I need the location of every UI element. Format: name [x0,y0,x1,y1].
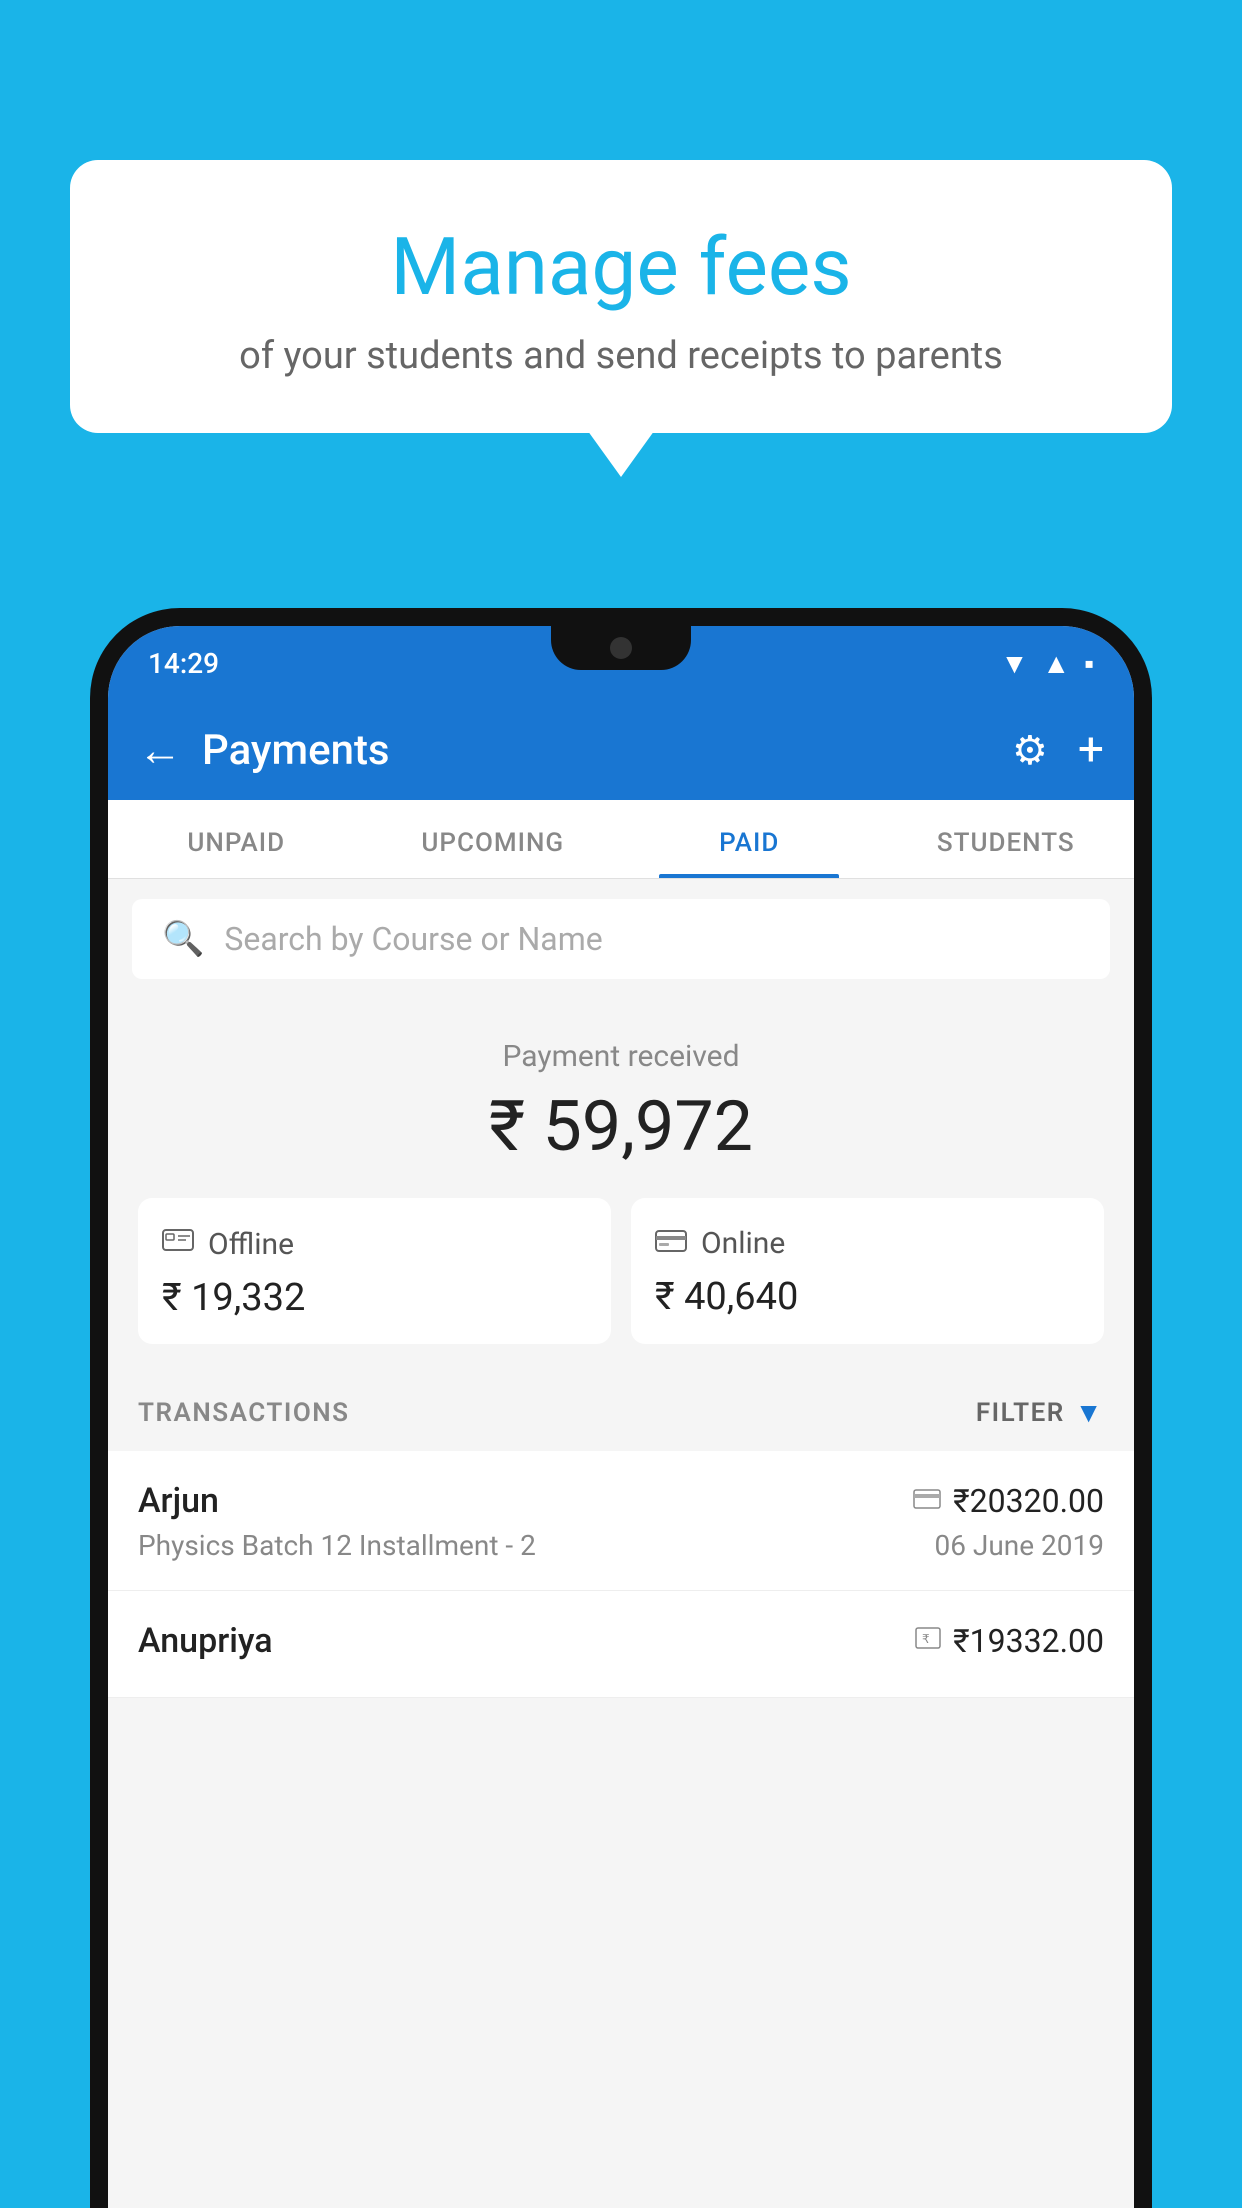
status-time: 14:29 [148,647,219,680]
tooltip-title: Manage fees [140,220,1102,314]
transaction-name: Arjun [138,1481,219,1521]
transaction-row-top: Arjun ₹20320.00 [138,1481,1104,1521]
transaction-amount: ₹20320.00 [953,1482,1104,1520]
tab-upcoming[interactable]: UPCOMING [365,800,622,878]
camera-dot [610,637,632,659]
online-amount: ₹ 40,640 [655,1275,1080,1319]
transaction-amount-wrap: ₹20320.00 [913,1482,1104,1520]
online-payment-card: Online ₹ 40,640 [631,1198,1104,1344]
offline-icon [162,1226,194,1262]
offline-payment-card: Offline ₹ 19,332 [138,1198,611,1344]
phone-screen: 14:29 ▼ ▲ ▪ ← Payments ⚙ + UNPAID UPCOMI… [108,626,1134,2208]
transaction-amount-wrap: ₹ ₹19332.00 [915,1622,1104,1660]
payment-cards: Offline ₹ 19,332 [138,1198,1104,1344]
wifi-icon: ▼ [1001,647,1029,680]
transactions-label: TRANSACTIONS [138,1398,350,1428]
svg-text:₹: ₹ [922,1632,930,1646]
filter-icon: ▼ [1075,1396,1104,1429]
app-header: ← Payments ⚙ + [108,700,1134,800]
table-row[interactable]: Anupriya ₹ ₹19332.00 [108,1591,1134,1698]
payment-summary: Payment received ₹ 59,972 [108,999,1134,1374]
transaction-name: Anupriya [138,1621,273,1661]
phone-frame: 14:29 ▼ ▲ ▪ ← Payments ⚙ + UNPAID UPCOMI… [90,608,1152,2208]
tooltip-card: Manage fees of your students and send re… [70,160,1172,433]
table-row[interactable]: Arjun ₹20320.00 Physics Batch 12 Install… [108,1451,1134,1591]
transaction-amount: ₹19332.00 [953,1622,1104,1660]
battery-icon: ▪ [1084,647,1094,680]
tab-paid[interactable]: PAID [621,800,878,878]
header-title: Payments [202,726,1012,775]
transaction-row-bottom: Physics Batch 12 Installment - 2 06 June… [138,1529,1104,1562]
cash-payment-icon: ₹ [915,1625,941,1658]
tab-students[interactable]: STUDENTS [878,800,1135,878]
offline-card-header: Offline [162,1226,587,1262]
online-icon [655,1226,687,1261]
add-button[interactable]: + [1078,723,1104,777]
search-icon: 🔍 [162,919,204,959]
notch [551,626,691,670]
search-bar[interactable]: 🔍 Search by Course or Name [132,899,1110,979]
offline-label: Offline [208,1227,294,1262]
status-bar: 14:29 ▼ ▲ ▪ [108,626,1134,700]
transaction-course: Physics Batch 12 Installment - 2 [138,1529,536,1562]
filter-button[interactable]: FILTER ▼ [976,1396,1104,1429]
online-label: Online [701,1226,785,1261]
tooltip-subtitle: of your students and send receipts to pa… [140,334,1102,378]
status-icons: ▼ ▲ ▪ [1001,647,1094,680]
signal-icon: ▲ [1042,647,1070,680]
tabs-bar: UNPAID UPCOMING PAID STUDENTS [108,800,1134,879]
back-button[interactable]: ← [138,724,182,776]
offline-amount: ₹ 19,332 [162,1276,587,1320]
gear-icon[interactable]: ⚙ [1012,727,1048,774]
transaction-row-top: Anupriya ₹ ₹19332.00 [138,1621,1104,1661]
online-card-header: Online [655,1226,1080,1261]
transactions-header: TRANSACTIONS FILTER ▼ [108,1374,1134,1451]
payment-received-label: Payment received [138,1039,1104,1074]
search-container: 🔍 Search by Course or Name [108,879,1134,999]
tab-unpaid[interactable]: UNPAID [108,800,365,878]
search-placeholder-text: Search by Course or Name [224,920,602,958]
transaction-date: 06 June 2019 [934,1529,1104,1562]
card-payment-icon [913,1485,941,1518]
payment-total-amount: ₹ 59,972 [138,1086,1104,1168]
filter-label: FILTER [976,1398,1065,1428]
